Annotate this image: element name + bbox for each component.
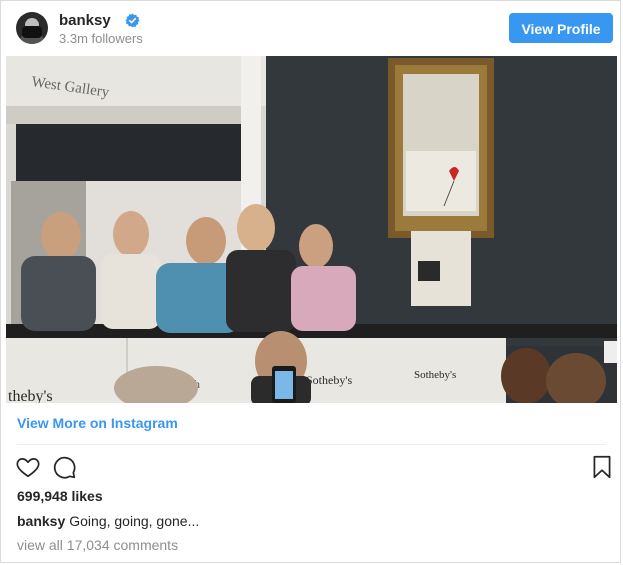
divider [17,444,606,445]
post-header: banksy 3.3m followers View Profile [1,1,622,57]
view-all-comments-link[interactable]: view all 17,034 comments [17,537,178,553]
podium-text-mid: Sotheby's [306,373,352,387]
post-caption: banksy Going, going, gone... [17,513,199,529]
comment-icon[interactable] [51,454,77,480]
bookmark-icon[interactable] [589,454,615,480]
verified-badge-icon [125,13,140,28]
heart-icon[interactable] [15,454,41,480]
caption-text: Going, going, gone... [69,513,200,529]
caption-username[interactable]: banksy [17,513,65,529]
follower-count: 3.3m followers [59,31,143,46]
avatar[interactable] [16,12,48,44]
view-more-on-instagram-link[interactable]: View More on Instagram [17,415,178,431]
post-photo[interactable]: West Gallery theby's Soth Sotheby's Soth… [6,56,617,403]
podium-text-left: theby's [8,388,53,403]
instagram-embed-card: banksy 3.3m followers View Profile West … [0,0,621,563]
podium-text-right: Sotheby's [414,369,456,381]
like-count[interactable]: 699,948 likes [17,488,103,504]
username[interactable]: banksy [59,12,111,29]
view-profile-button[interactable]: View Profile [509,13,613,43]
